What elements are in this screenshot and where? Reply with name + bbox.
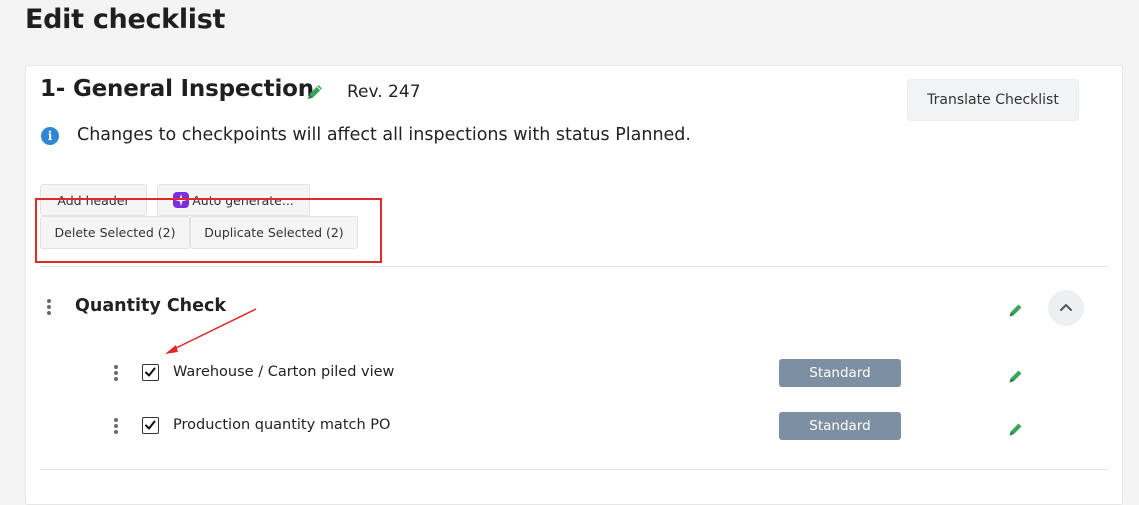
divider — [40, 469, 1108, 470]
item-drag-handle-icon[interactable] — [113, 418, 119, 434]
item-type-badge: Standard — [779, 412, 901, 440]
checkmark-icon — [145, 420, 156, 430]
checklist-title: 1- General Inspection — [40, 76, 314, 102]
item-label: Production quantity match PO — [173, 417, 391, 433]
auto-generate-label: Auto generate... — [192, 192, 294, 208]
edit-section-pencil-icon[interactable] — [1007, 302, 1024, 319]
edit-title-pencil-icon[interactable] — [305, 82, 325, 102]
section-title: Quantity Check — [75, 296, 227, 316]
item-checkbox[interactable] — [142, 364, 159, 381]
collapse-section-button[interactable] — [1048, 290, 1084, 326]
auto-generate-button[interactable]: Auto generate... — [157, 184, 310, 216]
chevron-up-icon — [1060, 304, 1072, 311]
delete-selected-button[interactable]: Delete Selected (2) — [40, 216, 190, 249]
sparkle-icon — [173, 192, 190, 208]
edit-item-pencil-icon[interactable] — [1007, 421, 1024, 438]
divider — [40, 266, 1108, 267]
item-type-badge: Standard — [779, 359, 901, 387]
add-header-button[interactable]: Add header — [40, 184, 147, 216]
add-header-label: Add header — [57, 192, 130, 208]
translate-checklist-button[interactable]: Translate Checklist — [907, 79, 1079, 121]
checkmark-icon — [145, 367, 156, 377]
duplicate-selected-label: Duplicate Selected (2) — [204, 225, 344, 240]
item-label: Warehouse / Carton piled view — [173, 364, 395, 380]
item-drag-handle-icon[interactable] — [113, 365, 119, 381]
delete-selected-label: Delete Selected (2) — [54, 225, 176, 240]
info-message: Changes to checkpoints will affect all i… — [77, 125, 691, 145]
page-title: Edit checklist — [25, 4, 226, 35]
info-icon: i — [41, 127, 59, 145]
edit-item-pencil-icon[interactable] — [1007, 368, 1024, 385]
item-checkbox[interactable] — [142, 417, 159, 434]
duplicate-selected-button[interactable]: Duplicate Selected (2) — [190, 216, 358, 249]
revision-label: Rev. 247 — [347, 82, 421, 102]
section-drag-handle-icon[interactable] — [46, 299, 52, 315]
